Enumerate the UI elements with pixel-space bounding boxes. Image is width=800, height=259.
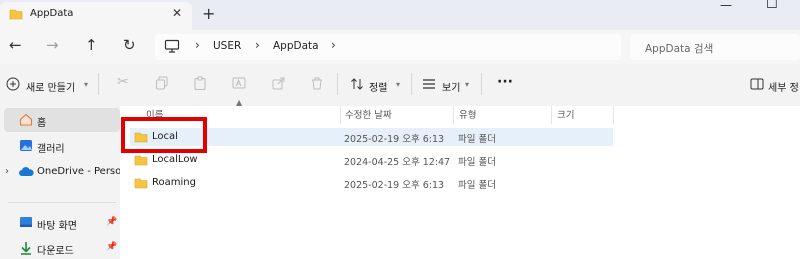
file-name[interactable]: LocalLow [152, 154, 198, 165]
sidebar-item-desktop[interactable]: 바탕 화면 [37, 217, 77, 232]
new-button[interactable]: 새로 만들기 [26, 79, 75, 94]
file-date: 2025-02-19 오후 6:13 [344, 134, 445, 145]
sidebar-item-onedrive[interactable]: OneDrive - Persona [37, 166, 120, 177]
delete-icon[interactable] [310, 76, 324, 90]
view-button[interactable]: 보기 [442, 79, 460, 94]
download-icon [21, 242, 31, 255]
highlight-box [121, 117, 207, 153]
sort-button[interactable]: 정렬 [369, 79, 387, 94]
file-date: 2024-04-25 오후 12:47 [344, 157, 451, 168]
toolbar-divider [411, 73, 412, 95]
breadcrumb-appdata[interactable]: AppData [273, 40, 319, 52]
view-icon [423, 79, 435, 89]
sidebar-item-downloads[interactable]: 다운로드 [37, 242, 74, 257]
chevron-down-icon: ▾ [84, 80, 89, 89]
sort-icon [351, 78, 363, 90]
maximize-button[interactable]: ☐ [766, 0, 778, 12]
expand-chevron-icon[interactable]: › [5, 166, 9, 177]
file-date: 2025-02-19 오후 6:13 [344, 180, 445, 191]
chevron-down-icon: ▾ [396, 80, 401, 89]
more-options-button[interactable]: ··· [497, 74, 513, 90]
chevron-down-icon: ▾ [465, 80, 470, 89]
tab-title: AppData [30, 8, 74, 19]
sidebar-item-gallery[interactable]: 갤러리 [37, 140, 65, 155]
folder-icon [134, 178, 148, 189]
details-pane-icon [750, 78, 764, 90]
column-header-type[interactable]: 유형 [459, 107, 476, 121]
toolbar-divider [98, 73, 99, 95]
pin-icon: 📌 [106, 217, 118, 227]
share-icon[interactable] [272, 76, 286, 90]
paste-icon[interactable] [193, 76, 207, 90]
computer-icon [164, 39, 180, 53]
breadcrumb-expand-chevron[interactable]: › [331, 38, 336, 52]
pin-icon: 📌 [106, 242, 118, 252]
toolbar-divider [481, 73, 482, 95]
desktop-icon [20, 217, 32, 227]
column-header-size[interactable]: 크기 [557, 107, 574, 121]
breadcrumb-separator: › [255, 38, 260, 52]
file-type: 파일 폴더 [458, 157, 496, 168]
folder-icon [134, 155, 148, 166]
back-button[interactable]: ← [9, 36, 22, 54]
search-input[interactable]: AppData 검색 [645, 41, 713, 56]
toolbar-divider [337, 73, 338, 95]
folder-icon [9, 9, 23, 20]
onedrive-cloud-icon [19, 167, 34, 176]
column-divider[interactable] [453, 106, 454, 124]
refresh-button[interactable]: ↻ [123, 36, 136, 54]
sidebar-item-label: 홈 [37, 118, 47, 129]
up-button[interactable]: ↑ [85, 36, 98, 54]
home-icon [19, 113, 33, 126]
column-divider[interactable] [551, 106, 552, 124]
minimize-button[interactable]: — [720, 0, 732, 12]
rename-icon[interactable] [232, 76, 246, 90]
close-tab-icon[interactable]: ✕ [172, 6, 182, 20]
copy-icon[interactable] [155, 76, 169, 90]
cut-icon[interactable]: ✂ [117, 74, 129, 90]
breadcrumb-separator: › [195, 38, 200, 52]
sort-ascending-icon: ▲ [236, 98, 243, 107]
new-tab-button[interactable]: + [202, 4, 215, 23]
file-name[interactable]: Roaming [152, 177, 196, 188]
column-divider[interactable] [613, 106, 614, 124]
gallery-icon [20, 140, 32, 151]
sidebar-divider [8, 202, 116, 203]
column-divider[interactable] [340, 106, 341, 124]
forward-button[interactable]: → [46, 36, 59, 54]
column-header-date[interactable]: 수정한 날짜 [345, 107, 392, 121]
tab-appdata[interactable] [0, 2, 192, 30]
details-pane-button[interactable]: 세부 정 [768, 79, 799, 94]
breadcrumb-user[interactable]: USER [213, 40, 241, 52]
file-type: 파일 폴더 [458, 134, 496, 145]
new-plus-icon [6, 77, 20, 91]
file-type: 파일 폴더 [458, 180, 496, 191]
